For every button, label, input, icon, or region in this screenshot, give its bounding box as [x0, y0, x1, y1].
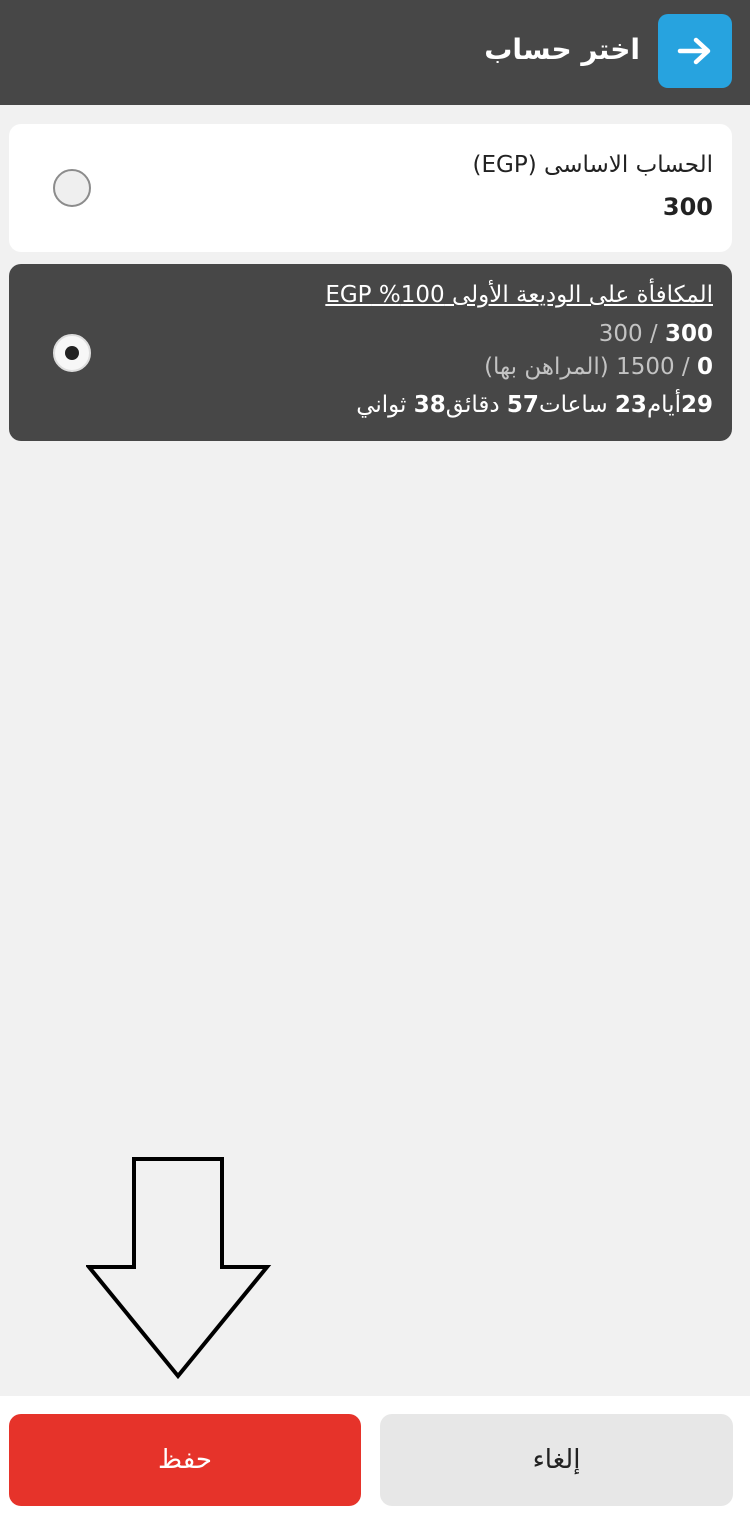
bonus-balance: 300 / 300 — [599, 321, 713, 347]
minutes-value: 57 — [506, 392, 539, 418]
account-option-main[interactable]: الحساب الاساسى (EGP) 300 — [9, 124, 732, 252]
bonus-countdown: 29أيام23 ساعات57 دقائق38 ثواني — [356, 392, 713, 418]
page-title: اختر حساب — [484, 33, 640, 66]
radio-dot — [65, 346, 79, 360]
radio-selected[interactable] — [53, 334, 91, 372]
hours-label: ساعات — [538, 392, 608, 418]
app-header: اختر حساب — [0, 0, 750, 105]
save-button[interactable]: حفظ — [9, 1414, 361, 1506]
days-label: أيام — [646, 392, 681, 418]
bonus-wager: 0 / 1500 (المراهن بها) — [484, 354, 713, 380]
minutes-label: دقائق — [445, 392, 500, 418]
action-bar: حفظ إلغاء — [0, 1396, 750, 1524]
account-option-bonus[interactable]: المكافأة على الوديعة الأولى 100% EGP 300… — [9, 264, 732, 441]
wager-current: 0 — [696, 354, 713, 380]
seconds-value: 38 — [413, 392, 446, 418]
down-arrow-outline-icon — [86, 1157, 272, 1380]
wager-total: 1500 (المراهن بها) — [484, 354, 675, 380]
balance-current: 300 — [664, 321, 713, 347]
account-balance: 300 — [662, 193, 713, 221]
bonus-title-link[interactable]: المكافأة على الوديعة الأولى 100% EGP — [325, 282, 713, 308]
radio-unselected[interactable] — [53, 169, 91, 207]
arrow-right-icon — [677, 37, 711, 65]
account-name: الحساب الاساسى (EGP) — [472, 152, 713, 178]
wager-separator: / — [681, 354, 690, 380]
seconds-label: ثواني — [356, 392, 407, 418]
balance-total: 300 — [598, 321, 643, 347]
back-button[interactable] — [658, 14, 732, 88]
balance-separator: / — [649, 321, 658, 347]
days-value: 29 — [680, 392, 713, 418]
hours-value: 23 — [614, 392, 647, 418]
cancel-button[interactable]: إلغاء — [380, 1414, 733, 1506]
